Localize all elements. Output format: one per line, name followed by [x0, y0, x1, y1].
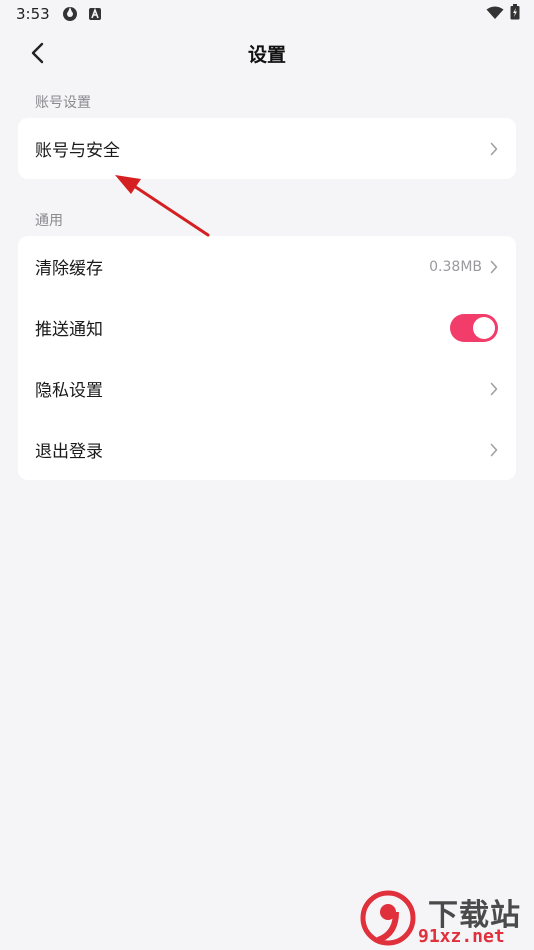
chevron-right-icon	[490, 260, 498, 274]
push-notification-item: 推送通知	[18, 297, 516, 358]
push-notification-toggle[interactable]	[450, 313, 498, 342]
general-card: 清除缓存 0.38MB 推送通知 隐私设置 退出登录	[18, 236, 516, 480]
privacy-settings-label: 隐私设置	[35, 381, 103, 401]
accessibility-notification-icon	[88, 7, 102, 21]
clear-cache-item[interactable]: 清除缓存 0.38MB	[18, 236, 516, 297]
logout-label: 退出登录	[35, 442, 103, 462]
chevron-right-icon	[490, 443, 498, 457]
push-notification-label: 推送通知	[35, 320, 103, 340]
battery-icon	[510, 4, 520, 24]
watermark-emblem-icon	[360, 890, 416, 946]
cache-size-value: 0.38MB	[429, 258, 482, 275]
section-label-account: 账号设置	[35, 95, 91, 111]
account-card: 账号与安全	[18, 118, 516, 179]
chevron-right-icon	[490, 142, 498, 156]
page-title: 设置	[247, 44, 286, 66]
section-label-general: 通用	[35, 213, 63, 229]
account-security-item[interactable]: 账号与安全	[18, 118, 516, 179]
wifi-icon	[486, 5, 504, 24]
watermark-logo: 下载站 91xz.net	[360, 888, 534, 950]
navigation-bar: 设置	[0, 28, 534, 76]
watermark-text-bottom: 91xz.net	[418, 926, 505, 947]
logout-item[interactable]: 退出登录	[18, 419, 516, 480]
app-notification-icon	[62, 6, 78, 22]
status-time: 3:53	[16, 5, 50, 23]
toggle-knob	[473, 316, 495, 339]
account-security-label: 账号与安全	[35, 141, 120, 161]
status-bar: 3:53	[0, 0, 534, 28]
clear-cache-label: 清除缓存	[35, 259, 103, 279]
privacy-settings-item[interactable]: 隐私设置	[18, 358, 516, 419]
chevron-right-icon	[490, 382, 498, 396]
